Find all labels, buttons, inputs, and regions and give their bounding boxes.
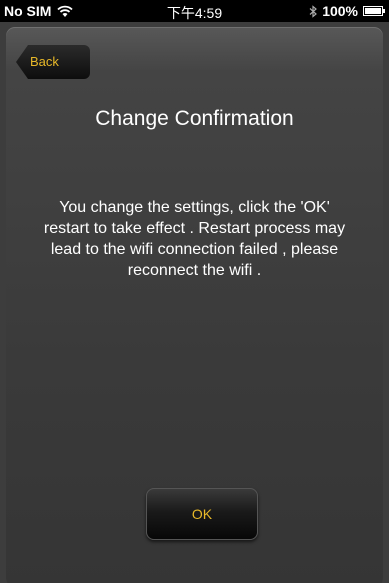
page-title: Change Confirmation: [95, 107, 294, 130]
confirmation-message: You change the settings, click the 'OK' …: [43, 199, 346, 279]
back-button[interactable]: Back: [16, 45, 90, 79]
bluetooth-icon: [309, 4, 318, 18]
battery-fill: [365, 8, 381, 14]
battery-percent: 100%: [322, 3, 358, 19]
status-bar: No SIM 下午4:59 100%: [0, 0, 389, 22]
ok-button[interactable]: OK: [146, 488, 258, 540]
status-right: 100%: [309, 3, 385, 19]
battery-icon: [363, 6, 385, 16]
app-screen: No SIM 下午4:59 100% Back Change Confirmat…: [0, 0, 389, 583]
